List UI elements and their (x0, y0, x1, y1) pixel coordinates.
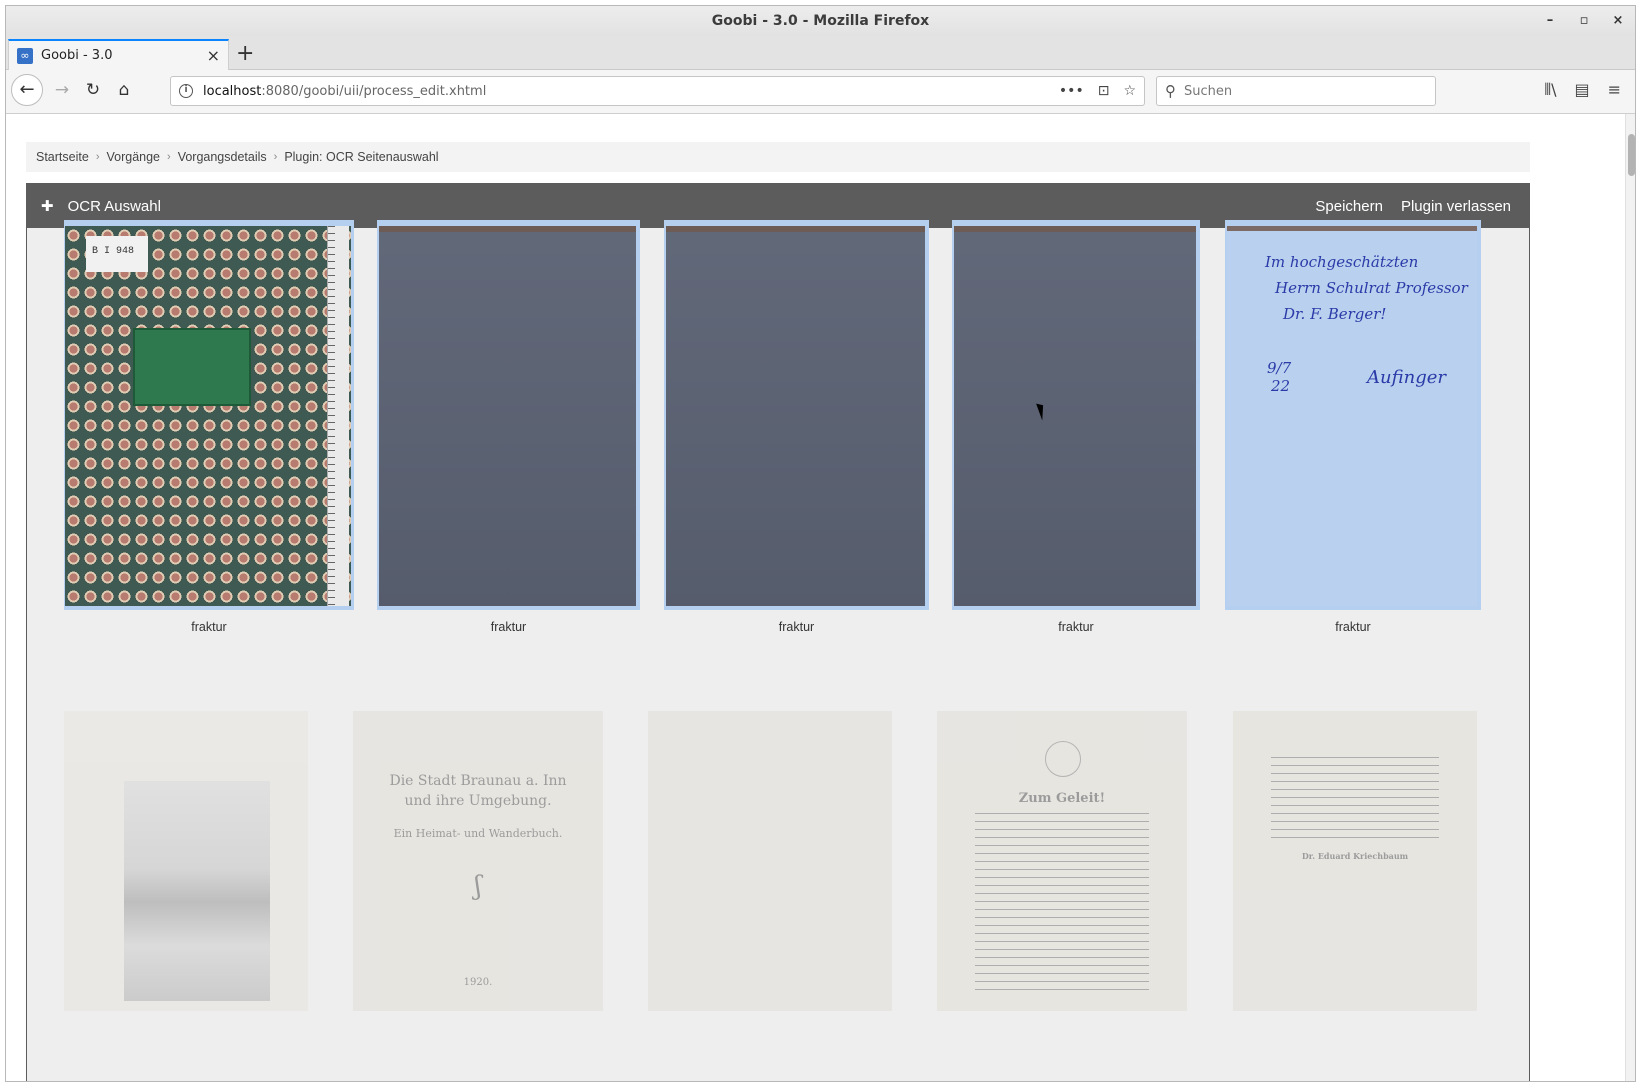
scrollbar[interactable] (1625, 114, 1635, 1081)
goobi-favicon-icon: ∞ (17, 47, 33, 64)
ocr-type-label: fraktur (1335, 620, 1371, 634)
breadcrumb-separator: › (273, 151, 278, 163)
page-thumbnail[interactable]: fraktur (377, 220, 640, 640)
save-button[interactable]: Speichern (1315, 198, 1383, 215)
maximize-icon[interactable]: ▫ (1577, 6, 1591, 36)
plugin-title: OCR Auswahl (67, 197, 161, 215)
tab-strip: ∞ Goobi - 3.0 × + (6, 36, 1635, 70)
breadcrumb-separator: › (167, 151, 171, 163)
handwriting-line: 9/7 (1267, 359, 1292, 377)
page-actions-icon[interactable]: ••• (1059, 83, 1084, 99)
page-thumbnail[interactable] (64, 711, 308, 1011)
body-text-block (1271, 757, 1439, 843)
puzzle-icon: ✚ (41, 198, 54, 215)
handwriting-line: Herrn Schulrat Professor (1275, 279, 1468, 297)
breadcrumb-startseite[interactable]: Startseite (36, 150, 89, 164)
handwriting-line: 22 (1271, 377, 1291, 395)
pocket-icon[interactable]: ⊡ (1098, 83, 1110, 99)
url-actions: ••• ⊡ ☆ (1059, 83, 1136, 99)
page-content: Startseite › Vorgänge › Vorgangsdetails … (6, 114, 1635, 1081)
ocr-type-label: fraktur (191, 620, 227, 634)
breadcrumb-vorgaenge[interactable]: Vorgänge (106, 150, 160, 164)
reload-icon[interactable]: ↻ (81, 78, 105, 102)
home-icon[interactable]: ⌂ (112, 78, 136, 102)
ocr-type-label: fraktur (1058, 620, 1094, 634)
stamp-icon (1045, 741, 1081, 777)
dedication-page-image: Im hochgeschätzten Herrn Schulrat Profes… (1227, 226, 1477, 606)
window-title: Goobi - 3.0 - Mozilla Firefox (711, 13, 930, 29)
page-heading: Zum Geleit! (1018, 791, 1106, 806)
close-window-icon[interactable]: × (1611, 6, 1625, 36)
page-thumbnail[interactable]: Die Stadt Braunau a. Inn und ihre Umgebu… (353, 711, 603, 1011)
photo-image (124, 781, 270, 1001)
exit-plugin-button[interactable]: Plugin verlassen (1401, 198, 1511, 215)
search-input[interactable] (1184, 83, 1414, 99)
page-thumbnail[interactable]: B I 948 fraktur (64, 220, 354, 640)
ruler (327, 226, 349, 606)
cover-image: B I 948 (65, 226, 351, 606)
blank-page-image (379, 226, 636, 606)
year-label: 1920. (463, 977, 493, 988)
cover-label (133, 328, 251, 406)
bookmark-star-icon[interactable]: ☆ (1123, 83, 1136, 99)
search-icon: ⚲ (1165, 82, 1176, 100)
page-thumbnail[interactable]: Im hochgeschätzten Herrn Schulrat Profes… (1225, 220, 1481, 640)
breadcrumb-separator: › (95, 151, 100, 163)
page-thumbnail[interactable]: fraktur (664, 220, 929, 640)
toolbar-right: ⫴\ ▤ ≡ (1544, 80, 1621, 100)
subtitle-line: Ein Heimat- und Wanderbuch. (393, 827, 563, 840)
ocr-type-label: fraktur (778, 620, 815, 634)
signature-line: Dr. Eduard Kriechbaum (1301, 851, 1409, 861)
breadcrumb-vorgangsdetails[interactable]: Vorgangsdetails (178, 150, 267, 164)
hamburger-menu-icon[interactable]: ≡ (1608, 80, 1621, 100)
url-host: localhost (203, 83, 262, 99)
window-controls: – ▫ × (1543, 6, 1625, 36)
shelfmark-sticker: B I 948 (86, 236, 148, 272)
ornament-icon: ʃ (474, 871, 482, 901)
back-icon[interactable]: ← (11, 74, 43, 106)
url-bar[interactable]: i localhost :8080/goobi/uii/process_edit… (170, 76, 1145, 106)
plugin-panel: ✚ OCR Auswahl Speichern Plugin verlassen… (26, 183, 1530, 1081)
minimize-icon[interactable]: – (1543, 6, 1557, 36)
sidebar-icon[interactable]: ▤ (1574, 80, 1589, 100)
header-actions: Speichern Plugin verlassen (1315, 198, 1511, 215)
page-thumbnail[interactable] (648, 711, 892, 1011)
title-line: Die Stadt Braunau a. Inn (389, 773, 567, 789)
ocr-type-label: fraktur (490, 620, 527, 634)
breadcrumb-current: Plugin: OCR Seitenauswahl (284, 150, 439, 164)
page-thumbnail[interactable]: Dr. Eduard Kriechbaum (1233, 711, 1477, 1011)
search-bar[interactable]: ⚲ (1156, 76, 1436, 106)
page-thumbnail[interactable]: fraktur (952, 220, 1200, 640)
url-path: :8080/goobi/uii/process_edit.xhtml (261, 83, 487, 99)
blank-page-image (954, 226, 1196, 606)
new-tab-icon[interactable]: + (236, 41, 254, 67)
breadcrumb: Startseite › Vorgänge › Vorgangsdetails … (26, 142, 1530, 172)
tab-title: Goobi - 3.0 (41, 48, 113, 63)
window-titlebar: Goobi - 3.0 - Mozilla Firefox – ▫ × (6, 6, 1635, 36)
browser-tab[interactable]: ∞ Goobi - 3.0 × (8, 39, 229, 70)
handwritten-signature: Aufinger (1367, 367, 1446, 388)
scrollbar-thumb[interactable] (1628, 134, 1635, 176)
browser-window: Goobi - 3.0 - Mozilla Firefox – ▫ × ∞ Go… (5, 5, 1636, 1082)
body-text-block (975, 813, 1149, 993)
blank-page-image (666, 226, 925, 606)
title-line: und ihre Umgebung. (404, 793, 552, 809)
tab-close-icon[interactable]: × (207, 46, 220, 65)
page-thumbnail[interactable]: Zum Geleit! (937, 711, 1187, 1011)
handwriting-line: Im hochgeschätzten (1265, 253, 1419, 271)
library-icon[interactable]: ⫴\ (1544, 80, 1556, 100)
navigation-bar: ← → ↻ ⌂ i localhost :8080/goobi/uii/proc… (6, 70, 1635, 114)
forward-icon[interactable]: → (50, 78, 74, 102)
handwriting-line: Dr. F. Berger! (1283, 305, 1387, 323)
info-icon[interactable]: i (179, 84, 193, 98)
